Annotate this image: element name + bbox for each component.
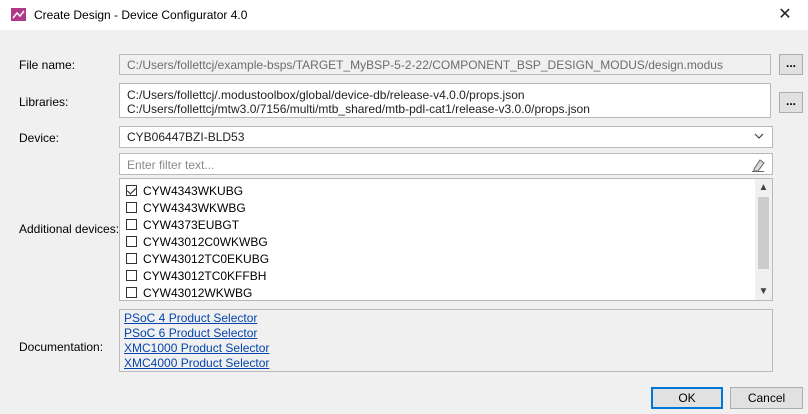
checkbox[interactable] bbox=[126, 253, 137, 264]
file-name-browse-button[interactable]: ... bbox=[779, 54, 803, 75]
device-item-label: CYW43012C0WKWBG bbox=[143, 235, 268, 249]
checkbox[interactable] bbox=[126, 236, 137, 247]
checkbox[interactable] bbox=[126, 202, 137, 213]
doc-link-psoc4[interactable]: PSoC 4 Product Selector bbox=[124, 311, 257, 325]
device-item-label: CYW4373EUBGT bbox=[143, 218, 240, 232]
doc-link-psoc6[interactable]: PSoC 6 Product Selector bbox=[124, 326, 257, 340]
file-name-label: File name: bbox=[19, 58, 76, 72]
device-select[interactable]: CYB06447BZI-BLD53 bbox=[119, 126, 773, 148]
window-title: Create Design - Device Configurator 4.0 bbox=[34, 8, 248, 22]
file-name-field[interactable]: C:/Users/follettcj/example-bsps/TARGET_M… bbox=[119, 54, 771, 75]
checkbox[interactable] bbox=[126, 287, 137, 298]
device-item-label: CYW4343WKUBG bbox=[143, 184, 244, 198]
libraries-label: Libraries: bbox=[19, 95, 69, 109]
device-item-label: CYW43012WKWBG bbox=[143, 286, 253, 300]
chevron-down-icon bbox=[754, 133, 764, 139]
device-item-label: CYW43012TC0KFFBH bbox=[143, 269, 267, 283]
eraser-icon[interactable] bbox=[751, 158, 765, 172]
close-icon[interactable]: ✕ bbox=[762, 0, 808, 30]
checkbox[interactable] bbox=[126, 219, 137, 230]
library-path: C:/Users/follettcj/mtw3.0/7156/multi/mtb… bbox=[127, 102, 590, 116]
filter-input[interactable]: Enter filter text... bbox=[119, 153, 773, 175]
device-configurator-icon bbox=[11, 8, 26, 21]
scroll-thumb[interactable] bbox=[758, 197, 769, 269]
checkbox-checked[interactable] bbox=[126, 185, 137, 196]
ok-button[interactable]: OK bbox=[651, 387, 723, 409]
additional-devices-label: Additional devices: bbox=[19, 222, 120, 236]
documentation-panel: PSoC 4 Product Selector PSoC 6 Product S… bbox=[119, 309, 773, 372]
libraries-browse-button[interactable]: ... bbox=[779, 92, 803, 113]
title-bar: Create Design - Device Configurator 4.0 … bbox=[0, 0, 808, 30]
device-item-label: CYW43012TC0EKUBG bbox=[143, 252, 270, 266]
additional-devices-list[interactable]: CYW4343WKUBG CYW4343WKWBG CYW4373EUBGT CYW4… bbox=[119, 178, 773, 301]
cancel-button[interactable]: Cancel bbox=[730, 387, 803, 409]
device-item-label: CYW4343WKWBG bbox=[143, 201, 246, 215]
scroll-up-icon[interactable]: ▲ bbox=[755, 179, 772, 196]
library-path: C:/Users/follettcj/.modustoolbox/global/… bbox=[127, 88, 525, 102]
file-name-value: C:/Users/follettcj/example-bsps/TARGET_M… bbox=[127, 58, 723, 72]
checkbox[interactable] bbox=[126, 270, 137, 281]
doc-link-xmc4000[interactable]: XMC4000 Product Selector bbox=[124, 356, 269, 370]
scrollbar[interactable]: ▲ ▼ bbox=[755, 179, 772, 300]
filter-placeholder: Enter filter text... bbox=[127, 158, 215, 172]
libraries-field[interactable]: C:/Users/follettcj/.modustoolbox/global/… bbox=[119, 83, 771, 118]
documentation-label: Documentation: bbox=[19, 340, 104, 354]
device-value: CYB06447BZI-BLD53 bbox=[127, 130, 245, 144]
doc-link-xmc1000[interactable]: XMC1000 Product Selector bbox=[124, 341, 269, 355]
device-label: Device: bbox=[19, 131, 60, 145]
scroll-down-icon[interactable]: ▼ bbox=[755, 283, 772, 300]
